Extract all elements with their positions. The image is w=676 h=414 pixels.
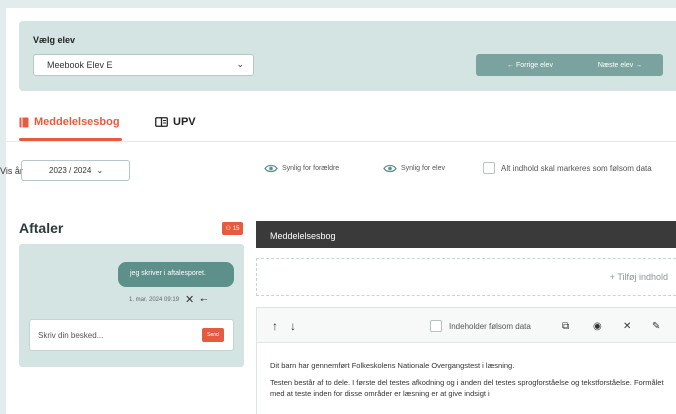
visible-for-student-toggle[interactable]: Synlig for elev — [383, 164, 445, 173]
filter-row: Vis år 2023 / 2024 ⌄ Synlig for forældre… — [0, 158, 676, 184]
chevron-down-icon: ⌄ — [236, 59, 244, 69]
visibility-icon[interactable]: ◉ — [593, 321, 602, 332]
mark-all-sensitive-option[interactable]: Alt indhold skal markeres som følsom dat… — [483, 162, 652, 174]
student-selector-card: Vælg elev Meebook Elev E ⌄ ← Forrige ele… — [19, 21, 676, 91]
add-content-button[interactable]: + Tilføj indhold — [256, 258, 676, 296]
close-icon[interactable]: ✕ — [623, 321, 631, 332]
contains-sensitive-option[interactable]: Indeholder følsom data — [430, 320, 531, 332]
aftaler-chat-panel: jeg skriver i aftalesporet. 1. mar. 2024… — [19, 244, 244, 367]
columns-icon — [155, 117, 168, 127]
delete-message-icon[interactable]: ✕ — [185, 293, 194, 306]
aftaler-title: Aftaler — [19, 220, 64, 236]
content-block-body: Dit barn har gennemført Folkeskolens Nat… — [270, 360, 675, 405]
user-icon: ⚇ — [225, 226, 231, 232]
visible-for-parents-toggle[interactable]: Synlig for forældre — [264, 164, 339, 173]
edit-icon[interactable]: ✎ — [652, 321, 660, 332]
add-content-label: + Tilføj indhold — [609, 272, 668, 282]
chat-message-input[interactable]: Skriv din besked... Send — [29, 319, 234, 351]
notebook-icon — [19, 117, 29, 127]
next-student-label: Næste elev → — [597, 61, 643, 69]
move-up-icon[interactable]: ↑ — [272, 319, 278, 333]
chat-message-text: jeg skriver i aftalesporet. — [130, 270, 206, 277]
mark-all-sensitive-checkbox[interactable] — [483, 162, 495, 174]
content-paragraph: Testen består af to dele. I første del t… — [270, 378, 664, 398]
content-block-toolbar: ↑ ↓ Indeholder følsom data ⧉ ◉ ✕ ✎ — [257, 308, 676, 343]
year-select-value: 2023 / 2024 — [49, 166, 92, 175]
student-select[interactable]: Meebook Elev E ⌄ — [33, 54, 254, 76]
left-strip — [0, 0, 6, 414]
year-label: Vis år — [0, 166, 23, 176]
move-down-icon[interactable]: ↓ — [290, 319, 296, 333]
mark-all-sensitive-label: Alt indhold skal markeres som følsom dat… — [501, 163, 652, 173]
tab-label-upv: UPV — [173, 116, 196, 128]
aftaler-count-badge[interactable]: ⚇ 15 — [222, 222, 243, 235]
meddelelsesbog-header: Meddelelsesbog — [256, 221, 676, 248]
copy-icon[interactable]: ⧉ — [562, 321, 569, 332]
tabs-divider — [0, 141, 676, 142]
page: Vælg elev Meebook Elev E ⌄ ← Forrige ele… — [0, 0, 676, 414]
send-button[interactable]: Send — [202, 328, 224, 342]
reply-icon[interactable]: ⭠ — [200, 294, 207, 305]
visible-for-parents-label: Synlig for forældre — [282, 165, 340, 172]
visible-for-student-label: Synlig for elev — [401, 165, 445, 172]
contains-sensitive-label: Indeholder følsom data — [449, 321, 531, 331]
chevron-down-icon: ⌄ — [96, 166, 104, 175]
previous-student-label: ← Forrige elev — [507, 61, 553, 69]
chat-input-placeholder: Skriv din besked... — [38, 331, 104, 340]
student-select-value: Meebook Elev E — [47, 60, 113, 70]
year-select[interactable]: 2023 / 2024 ⌄ — [21, 160, 130, 181]
content-paragraph: Dit barn har gennemført Folkeskolens Nat… — [270, 361, 515, 370]
student-select-label: Vælg elev — [33, 35, 76, 45]
tab-upv[interactable]: UPV — [155, 116, 196, 128]
aftaler-count: 15 — [232, 225, 240, 232]
chat-message: jeg skriver i aftalesporet. — [118, 262, 234, 287]
next-student-button[interactable]: Næste elev → — [577, 54, 663, 76]
previous-student-button[interactable]: ← Forrige elev — [476, 54, 584, 76]
eye-icon — [383, 164, 397, 173]
meddelelsesbog-header-title: Meddelelsesbog — [270, 231, 336, 241]
content-block: ↑ ↓ Indeholder følsom data ⧉ ◉ ✕ ✎ Dit b… — [256, 307, 676, 414]
contains-sensitive-checkbox[interactable] — [430, 320, 442, 332]
tab-label-meddelelsesbog: Meddelelsesbog — [34, 116, 120, 128]
chat-timestamp: 1. mar. 2024 09:19 — [129, 296, 180, 303]
send-button-label: Send — [207, 332, 219, 338]
chat-message-meta: 1. mar. 2024 09:19 ✕ ⭠ — [129, 293, 207, 306]
top-strip — [0, 0, 676, 8]
tab-meddelelsesbog[interactable]: Meddelelsesbog — [19, 116, 120, 128]
eye-icon — [264, 164, 278, 173]
